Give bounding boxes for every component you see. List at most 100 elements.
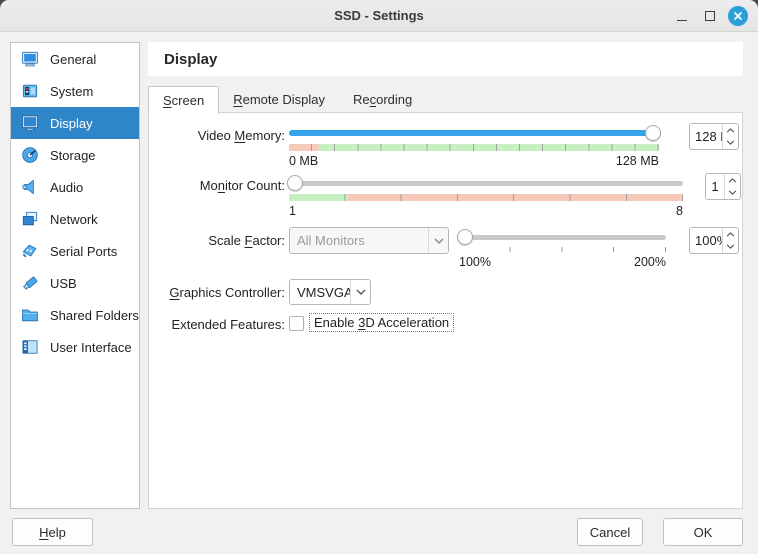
sidebar-item-shared-folders[interactable]: Shared Folders bbox=[11, 299, 139, 331]
general-icon bbox=[19, 48, 41, 70]
label-part: Mo bbox=[200, 178, 218, 193]
monitor-count-slider[interactable] bbox=[289, 175, 683, 191]
video-memory-slider[interactable] bbox=[289, 125, 659, 141]
spin-up-button[interactable] bbox=[723, 228, 738, 241]
tab-label-part: creen bbox=[172, 93, 205, 108]
label-part: Video bbox=[198, 128, 235, 143]
scale-factor-scale-labels: 100% 200% bbox=[459, 255, 666, 269]
label-part: actor: bbox=[252, 233, 285, 248]
spin-up-button[interactable] bbox=[725, 174, 740, 187]
slider-handle[interactable] bbox=[645, 125, 661, 141]
sidebar-item-network[interactable]: Network bbox=[11, 203, 139, 235]
sidebar-item-display[interactable]: Display bbox=[11, 107, 139, 139]
serial-ports-icon bbox=[19, 240, 41, 262]
extended-features-label: Extended Features: bbox=[149, 317, 285, 332]
slider-track bbox=[459, 235, 666, 240]
graphics-controller-combo[interactable]: VMSVGA bbox=[289, 279, 371, 305]
monitor-count-label: Monitor Count: bbox=[149, 178, 285, 193]
sidebar-item-usb[interactable]: USB bbox=[11, 267, 139, 299]
display-icon bbox=[19, 112, 41, 134]
button-label-part: elp bbox=[49, 525, 66, 540]
sidebar-item-label: Display bbox=[41, 116, 93, 131]
spin-down-button[interactable] bbox=[723, 137, 738, 150]
sidebar-item-audio[interactable]: Audio bbox=[11, 171, 139, 203]
tab-label-part: emote Display bbox=[243, 92, 325, 107]
spin-down-button[interactable] bbox=[725, 187, 740, 200]
slider-handle[interactable] bbox=[287, 175, 303, 191]
shared-folders-icon bbox=[19, 304, 41, 326]
enable-3d-acceleration-checkbox[interactable] bbox=[289, 316, 304, 331]
label-key: M bbox=[234, 128, 245, 143]
slider-handle[interactable] bbox=[457, 229, 473, 245]
tab-recording[interactable]: Recording bbox=[339, 86, 426, 113]
tab-label-key: R bbox=[233, 92, 242, 107]
close-icon bbox=[728, 6, 748, 26]
button-label-key: H bbox=[39, 525, 48, 540]
sidebar-item-label: USB bbox=[41, 276, 77, 291]
scale-factor-label: Scale Factor: bbox=[149, 233, 285, 248]
video-memory-label: Video Memory: bbox=[149, 128, 285, 143]
label-part: Extended Features: bbox=[172, 317, 285, 332]
chevron-down-icon bbox=[350, 280, 370, 304]
label-key: G bbox=[169, 285, 179, 300]
sidebar-item-user-interface[interactable]: User Interface bbox=[11, 331, 139, 363]
scale-factor-monitor-combo[interactable]: All Monitors bbox=[289, 227, 449, 254]
titlebar[interactable]: SSD - Settings bbox=[0, 0, 758, 32]
sidebar-item-label: Network bbox=[41, 212, 98, 227]
cancel-button[interactable]: Cancel bbox=[577, 518, 643, 546]
sidebar-item-label: General bbox=[41, 52, 96, 67]
video-memory-scale-labels: 0 MB 128 MB bbox=[289, 154, 659, 168]
video-memory-scale bbox=[289, 144, 659, 151]
scale-factor-monitor-value: All Monitors bbox=[290, 233, 428, 248]
sidebar-item-label: Audio bbox=[41, 180, 83, 195]
sidebar-item-label: System bbox=[41, 84, 93, 99]
scale-factor-slider[interactable] bbox=[459, 229, 666, 245]
audio-icon bbox=[19, 176, 41, 198]
tab-remote-display[interactable]: Remote Display bbox=[219, 86, 339, 113]
sidebar-item-storage[interactable]: Storage bbox=[11, 139, 139, 171]
sidebar-item-general[interactable]: General bbox=[11, 43, 139, 75]
label-part: itor Count: bbox=[225, 178, 285, 193]
enable-3d-acceleration-checkbox-label[interactable]: Enable 3D Acceleration bbox=[309, 313, 454, 332]
spin-down-button[interactable] bbox=[723, 241, 738, 254]
usb-icon bbox=[19, 272, 41, 294]
scale-max-label: 128 MB bbox=[616, 154, 659, 168]
page-header: Display bbox=[148, 42, 743, 76]
label-part: raphics Controller: bbox=[180, 285, 286, 300]
maximize-button[interactable] bbox=[700, 6, 720, 26]
label-part: D Acceleration bbox=[365, 315, 449, 330]
sidebar-item-system[interactable]: System bbox=[11, 75, 139, 107]
monitor-count-value[interactable]: 1 bbox=[706, 174, 724, 199]
help-button[interactable]: Help bbox=[12, 518, 93, 546]
storage-icon bbox=[19, 144, 41, 166]
scale-max-label: 200% bbox=[634, 255, 666, 269]
display-tabbar: Screen Remote Display Recording bbox=[148, 86, 426, 113]
graphics-controller-value: VMSVGA bbox=[290, 285, 350, 300]
label-part: Scale bbox=[208, 233, 244, 248]
video-memory-spinbox[interactable]: 128 MB bbox=[689, 123, 739, 150]
button-label-part: OK bbox=[694, 525, 713, 540]
scale-min-label: 1 bbox=[289, 204, 296, 218]
close-button[interactable] bbox=[728, 6, 748, 26]
ok-button[interactable]: OK bbox=[663, 518, 743, 546]
slider-track bbox=[289, 181, 683, 186]
tab-label-part: ording bbox=[376, 92, 412, 107]
monitor-count-scale bbox=[289, 194, 683, 201]
video-memory-value[interactable]: 128 MB bbox=[690, 124, 722, 149]
scale-min-label: 0 MB bbox=[289, 154, 318, 168]
graphics-controller-label: Graphics Controller: bbox=[149, 285, 285, 300]
user-interface-icon bbox=[19, 336, 41, 358]
minimize-button[interactable] bbox=[672, 6, 692, 26]
label-part: emory: bbox=[245, 128, 285, 143]
sidebar-item-label: User Interface bbox=[41, 340, 132, 355]
window-title: SSD - Settings bbox=[0, 0, 758, 32]
sidebar-item-serial-ports[interactable]: Serial Ports bbox=[11, 235, 139, 267]
scale-factor-value[interactable]: 100% bbox=[690, 228, 722, 253]
slider-track bbox=[289, 130, 659, 136]
scale-factor-spinbox[interactable]: 100% bbox=[689, 227, 739, 254]
monitor-count-spinbox[interactable]: 1 bbox=[705, 173, 741, 200]
tab-screen[interactable]: Screen bbox=[148, 86, 219, 114]
sidebar-item-label: Storage bbox=[41, 148, 96, 163]
tab-label-part: Re bbox=[353, 92, 370, 107]
spin-up-button[interactable] bbox=[723, 124, 738, 137]
